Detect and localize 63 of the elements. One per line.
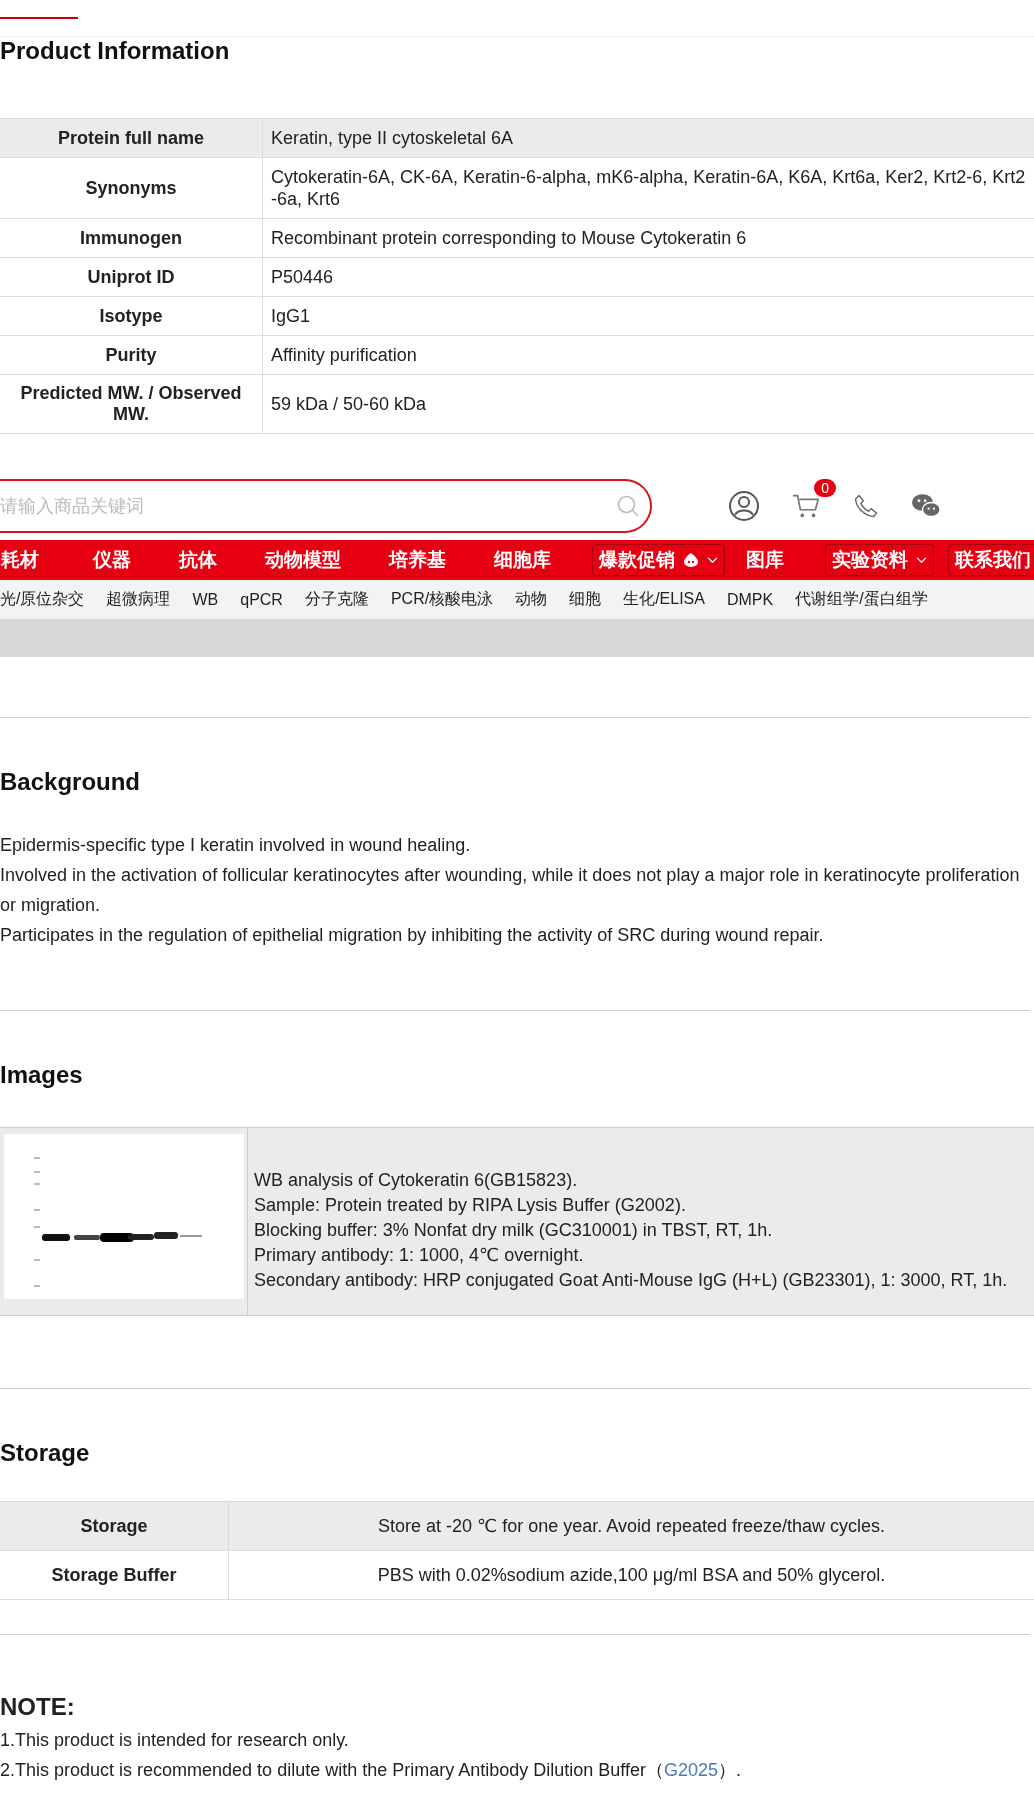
mascot-icon — [683, 552, 699, 568]
table-cell: Cytokeratin-6A, CK-6A, Keratin-6-alpha, mK6-alpha, Keratin-6A, K6A, Krt6a, Ker2, Krt2-6, Krt2-6a, Krt6 — [262, 157, 1034, 219]
subnav-link[interactable]: 光/原位杂交 — [0, 589, 85, 610]
caption-line: WB analysis of Cytokeratin 6(GB15823). — [254, 1169, 579, 1192]
subnav-link[interactable]: PCR/核酸电泳 — [390, 589, 494, 610]
table-cell: Uniprot ID — [0, 257, 263, 297]
caption-line: Primary antibody: 1: 1000, 4℃ overnight. — [254, 1244, 585, 1267]
nav-link[interactable]: 培养基 — [382, 544, 453, 576]
nav-link[interactable]: 爆款促销 — [592, 544, 725, 576]
table-cell: Isotype — [0, 296, 263, 336]
table-cell: PBS with 0.02%sodium azide,100 μg/ml BSA and 50% glycerol. — [228, 1550, 1034, 1600]
table-cell: Recombinant protein corresponding to Mouse Cytokeratin 6 — [262, 218, 1034, 258]
table-cell: Store at -20 ℃ for one year. Avoid repeated freeze/thaw cycles. — [228, 1501, 1034, 1551]
note-title: NOTE: — [0, 1693, 76, 1721]
table-cell: Synonyms — [0, 157, 263, 219]
paragraph: Participates in the regulation of epithelial migration by inhibiting the activity of SRC during wound repair. — [0, 924, 825, 947]
table-cell: 59 kDa / 50-60 kDa — [262, 374, 1034, 434]
subnav-link[interactable]: DMPK — [726, 590, 774, 609]
caption-line: Blocking buffer: 3% Nonfat dry milk (GC310001) in TBST, RT, 1h. — [254, 1219, 774, 1242]
nav-link[interactable]: 动物模型 — [258, 544, 348, 576]
paragraph: Epidermis-specific type I keratin involved in wound healing. — [0, 834, 472, 857]
phone-icon[interactable] — [852, 492, 880, 520]
section-title: Storage — [0, 1438, 91, 1468]
cart-count-badge: 0 — [814, 479, 836, 497]
table-cell: IgG1 — [262, 296, 1034, 336]
nav-link[interactable]: 图库 — [739, 544, 791, 576]
table-cell: Immunogen — [0, 218, 263, 258]
section-title: Background — [0, 767, 141, 797]
subnav-link[interactable]: 动物 — [515, 589, 548, 610]
nav-link[interactable]: 抗体 — [172, 544, 224, 576]
chevron-down-icon — [916, 556, 927, 564]
nav-link[interactable]: 耗材 — [0, 544, 46, 576]
chevron-down-icon — [707, 556, 718, 564]
subnav-link[interactable]: 代谢组学/蛋白组学 — [795, 589, 928, 610]
table-cell: Storage — [0, 1501, 229, 1551]
subnav-link[interactable]: qPCR — [240, 590, 283, 609]
nav-link[interactable]: 仪器 — [86, 544, 138, 576]
product-link[interactable]: G2025 — [664, 1760, 719, 1780]
search-input[interactable]: 请输入商品关键词 — [0, 495, 616, 517]
search-bar[interactable]: 请输入商品关键词 — [0, 479, 652, 533]
subnav-link[interactable]: WB — [192, 590, 219, 609]
section-title: Product Information — [0, 37, 231, 66]
table-cell: Predicted MW. / Observed MW. — [0, 374, 263, 434]
nav-link[interactable]: 实验资料 — [825, 544, 934, 576]
section-title: Images — [0, 1060, 84, 1090]
subnav-link[interactable]: 细胞 — [569, 589, 602, 610]
subnav-link[interactable]: 生化/ELISA — [623, 589, 705, 610]
table-cell: P50446 — [262, 257, 1034, 297]
caption-line: Sample: Protein treated by RIPA Lysis Buffer (G2002). — [254, 1194, 687, 1217]
table-cell: Keratin, type II cytoskeletal 6A — [262, 118, 1034, 158]
table-cell: Protein full name — [0, 118, 263, 158]
subnav-link[interactable]: 超微病理 — [106, 589, 171, 610]
note-line: 2.This product is recommended to dilute with the Primary Antibody Dilution Buffer（G2025）. — [0, 1759, 743, 1782]
caption-line: Secondary antibody: HRP conjugated Goat Anti-Mouse IgG (H+L) (GB23301), 1: 3000, RT, 1h. — [254, 1269, 1008, 1292]
table-cell: Affinity purification — [262, 335, 1034, 375]
subnav-link[interactable]: 分子克隆 — [304, 589, 369, 610]
nav-link[interactable]: 细胞库 — [487, 544, 558, 576]
nav-link[interactable]: 联系我们 — [948, 544, 1034, 576]
table-cell: Purity — [0, 335, 263, 375]
note-line: 1.This product is intended for research only. — [0, 1729, 350, 1752]
paragraph: Involved in the activation of follicular keratinocytes after wounding, while it does not play a major role in keratinocyte proliferation or migration. — [0, 864, 1021, 917]
table-cell: Storage Buffer — [0, 1550, 229, 1600]
user-icon[interactable] — [728, 490, 760, 522]
